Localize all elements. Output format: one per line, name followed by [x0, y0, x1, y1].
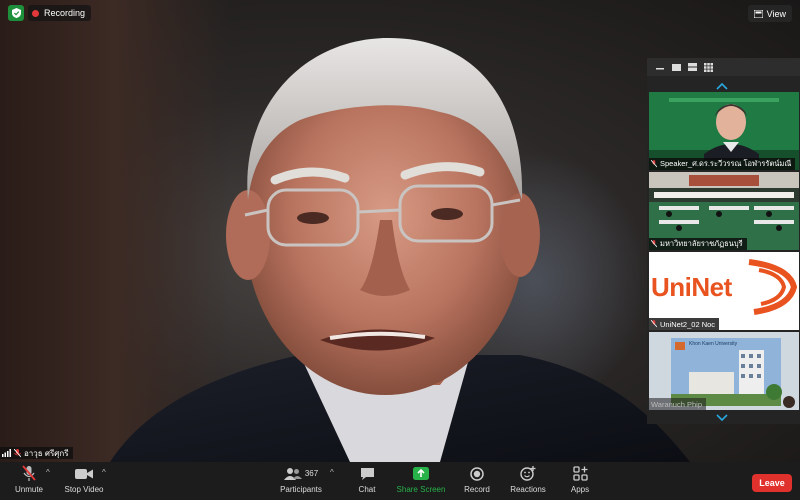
encryption-shield-icon[interactable] [8, 5, 24, 21]
recording-indicator[interactable]: Recording [28, 5, 92, 21]
muted-mic-icon [651, 240, 657, 248]
muted-mic-icon [14, 448, 21, 457]
record-label: Record [464, 485, 490, 494]
tile-name: Speaker_ศ.ดร.ระวีวรรณ โอฬารรัตน์มณี [660, 159, 792, 168]
share-screen-button[interactable]: Share Screen [394, 464, 448, 498]
main-participant-name: อาวุธ ศรีศุกรี [24, 448, 69, 458]
view-grid-icon [753, 9, 763, 18]
tile-name-tag: มหาวิทยาลัยราชภัฏธนบุรี [649, 238, 747, 250]
gallery-scroll-down-icon[interactable] [715, 410, 729, 422]
unmute-label: Unmute [14, 485, 43, 494]
tile-name: Waranuch Phip [651, 399, 702, 409]
unmute-button[interactable]: Unmute [12, 464, 46, 498]
kku-banner-text: Khon Kaen University [689, 341, 738, 347]
share-screen-icon [413, 467, 429, 480]
audio-options-caret-icon[interactable]: ^ [46, 468, 50, 477]
participants-label: Participants [280, 485, 322, 494]
smiley-plus-icon [520, 466, 536, 481]
muted-mic-icon [651, 160, 657, 168]
chat-label: Chat [358, 485, 376, 494]
tile-name: UniNet2_02 Noc [660, 319, 716, 329]
tile-name-tag: Speaker_ศ.ดร.ระวีวรรณ โอฬารรัตน์มณี [649, 158, 796, 170]
single-view-icon[interactable] [671, 63, 681, 71]
uninet-logo: UniNet [649, 252, 799, 318]
recording-label: Recording [44, 8, 86, 18]
apps-button[interactable]: Apps [566, 464, 594, 498]
stop-video-button[interactable]: Stop Video [62, 464, 106, 498]
video-options-caret-icon[interactable]: ^ [102, 468, 106, 477]
minimize-panel-icon[interactable] [655, 63, 665, 71]
grid-view-icon[interactable] [703, 62, 713, 72]
chat-button[interactable]: Chat [352, 464, 382, 498]
gallery-scroll-up-icon[interactable] [715, 78, 729, 90]
tile-name-tag: Waranuch Phip [649, 398, 706, 410]
apps-label: Apps [570, 485, 590, 494]
tile-name: มหาวิทยาลัยราชภัฏธนบุรี [660, 239, 743, 248]
record-icon [470, 466, 484, 481]
video-camera-icon [75, 468, 93, 479]
muted-mic-icon [651, 320, 657, 328]
view-button[interactable]: View [747, 5, 792, 22]
reactions-label: Reactions [510, 485, 546, 494]
stop-video-label: Stop Video [64, 485, 104, 494]
gallery-tile-waranuch[interactable]: Khon Kaen University Waranuch Phip [649, 332, 799, 410]
meeting-controls-toolbar: Unmute ^ Stop Video ^ 367 Participants ^… [0, 462, 800, 500]
share-screen-label: Share Screen [396, 485, 446, 494]
muted-mic-icon [22, 465, 36, 481]
tile-name-tag: UniNet2_02 Noc [649, 318, 720, 330]
participants-button[interactable]: 367 Participants [276, 464, 326, 498]
gallery-side-panel: Speaker_ศ.ดร.ระวีวรรณ โอฬารรัตน์มณี มหาว… [647, 58, 800, 424]
gallery-toolbar [647, 58, 800, 76]
strip-view-icon[interactable] [687, 63, 697, 71]
signal-strength-icon [2, 449, 11, 457]
uninet-logo-text: UniNet [651, 272, 732, 302]
chat-bubble-icon [360, 467, 374, 480]
gallery-tile-university-room[interactable]: มหาวิทยาลัยราชภัฏธนบุรี [649, 172, 799, 250]
gallery-tile-uninet[interactable]: UniNet UniNet2_02 Noc [649, 252, 799, 330]
view-label: View [766, 8, 786, 19]
participants-count: 367 [304, 469, 319, 478]
reactions-button[interactable]: Reactions [508, 464, 548, 498]
recording-dot-icon [32, 9, 39, 17]
zoom-meeting-window: Recording View อาวุธ ศรีศุกรี Speaker_ศ.… [0, 0, 800, 500]
gallery-tile-speaker[interactable]: Speaker_ศ.ดร.ระวีวรรณ โอฬารรัตน์มณี [649, 92, 799, 170]
apps-icon [572, 466, 588, 481]
participants-icon [283, 468, 302, 480]
main-participant-name-tag: อาวุธ ศรีศุกรี [0, 447, 73, 459]
record-button[interactable]: Record [460, 464, 494, 498]
participants-options-caret-icon[interactable]: ^ [330, 468, 334, 477]
leave-button[interactable]: Leave [752, 474, 792, 492]
